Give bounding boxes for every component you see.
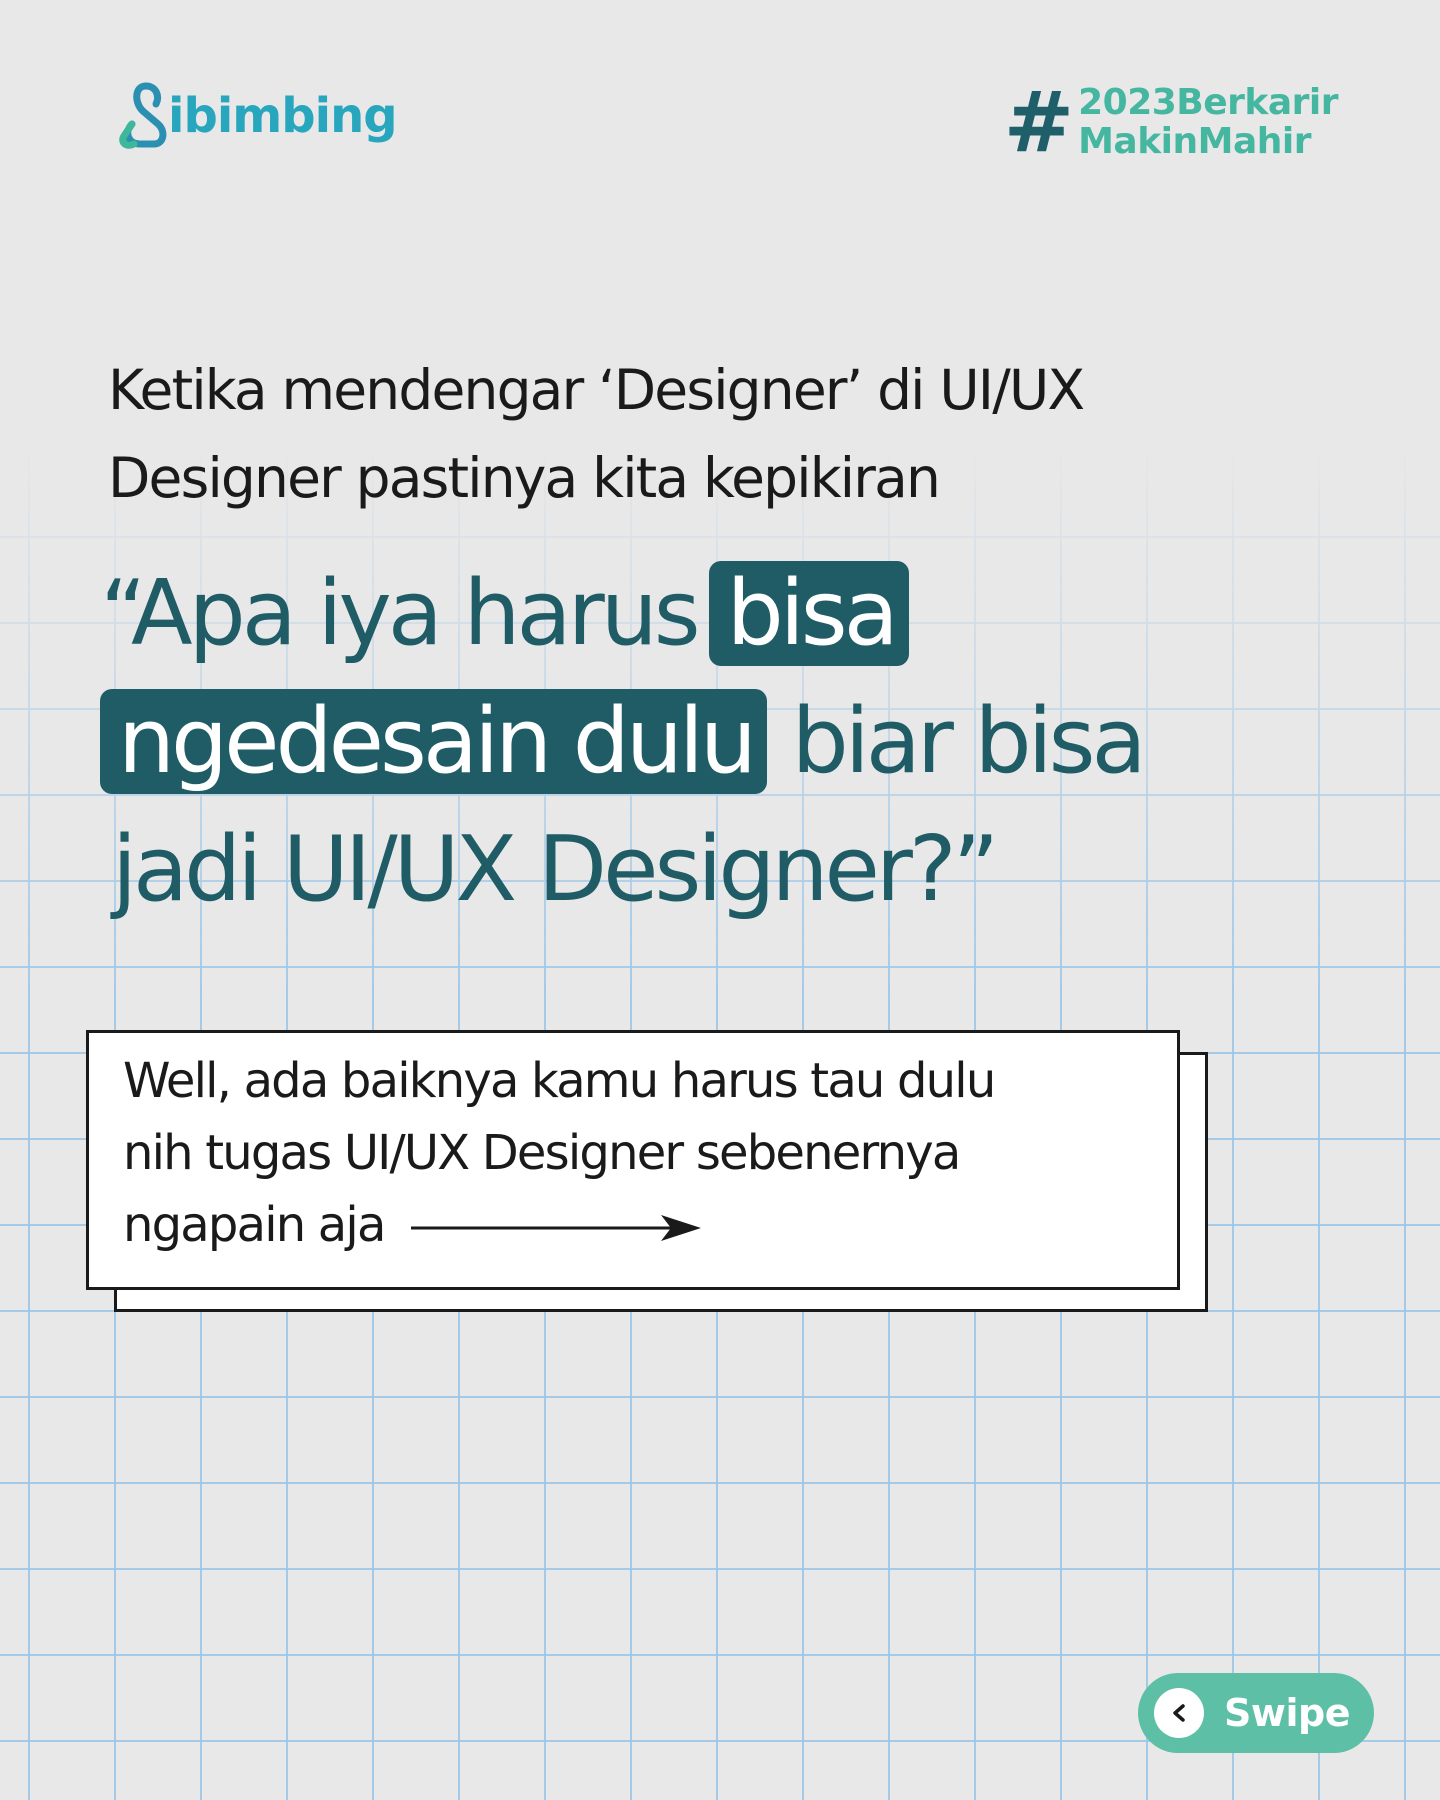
- quote-highlight-2: ngedesain dulu: [100, 689, 767, 794]
- swipe-icon-circle: [1154, 1688, 1204, 1738]
- quote-line-3: jadi UI/UX Designer?”: [112, 817, 999, 922]
- ibimbing-mark-icon: [119, 82, 167, 149]
- hashtag-sign: #: [1003, 73, 1075, 171]
- swipe-label: Swipe: [1224, 1691, 1350, 1735]
- card-line-3-text: ngapain aja: [123, 1197, 386, 1253]
- campaign-hashtag: # 2023Berkarir MakinMahir: [1003, 73, 1339, 171]
- intro-line-2: Designer pastinya kita kepikiran: [108, 446, 941, 510]
- quote-headline: “Apa iya harus bisa ngedesain dulu biar b…: [100, 550, 1360, 934]
- card-line-2: nih tugas UI/UX Designer sebenernya: [123, 1125, 961, 1181]
- quote-line-1: “Apa iya harus bisa: [100, 550, 1360, 678]
- quote-text-1: “Apa iya harus: [100, 561, 701, 666]
- brand-logo: ibimbing: [116, 78, 398, 154]
- intro-line-1: Ketika mendengar ‘Designer’ di UI/UX: [108, 358, 1085, 422]
- arrow-right-icon: [410, 1215, 701, 1241]
- hashtag-text: 2023Berkarir MakinMahir: [1078, 83, 1338, 161]
- card-line-3: ngapain aja: [123, 1189, 1147, 1261]
- intro-text: Ketika mendengar ‘Designer’ di UI/UX Des…: [108, 346, 1248, 522]
- slide-page: ibimbing # 2023Berkarir MakinMahir Ketik…: [0, 0, 1440, 1800]
- hashtag-line-2: MakinMahir: [1078, 121, 1311, 162]
- info-card-body: Well, ada baiknya kamu harus tau dulu ni…: [86, 1030, 1180, 1290]
- logo-wordmark: ibimbing: [168, 88, 398, 144]
- quote-highlight-1: bisa: [708, 561, 909, 666]
- hashtag-line-1: 2023Berkarir: [1078, 82, 1338, 123]
- quote-line-2: ngedesain dulu biar bisa: [100, 678, 1360, 806]
- info-card: Well, ada baiknya kamu harus tau dulu ni…: [86, 1030, 1208, 1312]
- swipe-button[interactable]: Swipe: [1138, 1673, 1374, 1753]
- chevron-left-icon: [1173, 1704, 1185, 1722]
- card-line-1: Well, ada baiknya kamu harus tau dulu: [123, 1053, 996, 1109]
- quote-text-2: biar bisa: [791, 689, 1147, 794]
